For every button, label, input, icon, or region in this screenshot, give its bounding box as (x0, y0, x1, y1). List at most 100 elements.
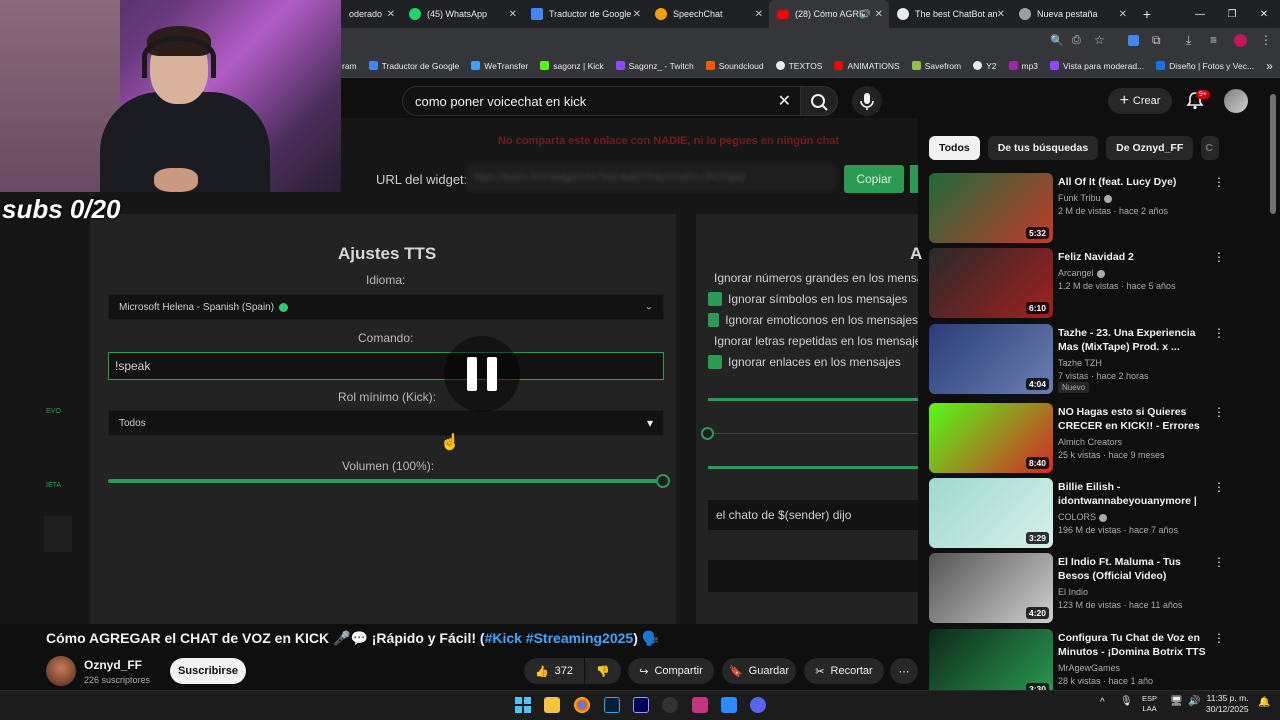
subscribe-button[interactable]: Suscribirse (170, 658, 246, 684)
page-scrollbar[interactable] (1270, 94, 1276, 690)
tab-chatbot[interactable]: The best ChatBot an ✕ (889, 0, 1011, 28)
recommended-channel-name[interactable]: Funk Tribu (1058, 193, 1112, 203)
recommended-video[interactable]: 4:20 El Indio Ft. Maluma - Tus Besos (Off… (929, 553, 1259, 623)
speaker-icon[interactable]: 🔊 (860, 9, 871, 20)
tab-moderado[interactable]: oderado ✕ (341, 0, 401, 28)
recommended-video-title[interactable]: Configura Tu Chat de Voz en Minutos - ¡D… (1058, 631, 1206, 659)
bookmark-item[interactable]: sagonz | Kick (534, 61, 609, 71)
bookmark-item[interactable]: Savefrom (906, 61, 967, 71)
close-window-icon[interactable]: ✕ (1248, 9, 1280, 20)
more-options-icon[interactable]: ⋮ (1213, 250, 1225, 264)
recommended-video-title[interactable]: All Of It (feat. Lucy Dye) (1058, 175, 1206, 189)
file-explorer-icon[interactable] (544, 697, 560, 713)
channel-avatar[interactable] (46, 656, 76, 686)
recommended-channel-name[interactable]: MrAgewGames (1058, 663, 1120, 673)
extensions-icon[interactable]: ⧉ (1152, 33, 1161, 48)
channel-name[interactable]: Oznyd_FF (84, 658, 142, 672)
bookmark-item[interactable]: Traductor de Google (363, 61, 466, 71)
premiere-icon[interactable] (633, 697, 649, 713)
close-icon[interactable]: ✕ (997, 9, 1005, 20)
minimize-icon[interactable]: — (1184, 9, 1216, 20)
menu-dots-icon[interactable]: ⋮ (1260, 33, 1272, 47)
recommended-video[interactable]: 5:32 All Of It (feat. Lucy Dye) Funk Tribu… (929, 173, 1259, 243)
download-icon[interactable]: ⤓ (1186, 33, 1191, 48)
voice-search-button[interactable] (852, 86, 882, 116)
bookmark-item[interactable]: Y2 (967, 61, 1002, 71)
instagram-icon[interactable] (692, 697, 708, 713)
tray-mic-icon[interactable]: 🎙 (1120, 696, 1133, 707)
create-button[interactable]: + Crear (1108, 88, 1172, 114)
app-icon[interactable] (721, 697, 737, 713)
recommended-video[interactable]: 3:29 Billie Eilish - idontwannabeyouanymo… (929, 478, 1259, 548)
recommended-video-title[interactable]: NO Hagas esto si Quieres CRECER en KICK!… (1058, 405, 1206, 433)
chrome-taskbar-icon[interactable] (574, 697, 590, 713)
video-thumbnail[interactable]: 4:04 (929, 324, 1053, 394)
tab-whatsapp[interactable]: (45) WhatsApp ✕ (401, 0, 523, 28)
video-thumbnail[interactable]: 8:40 (929, 403, 1053, 473)
profile-icon[interactable] (1234, 34, 1247, 47)
recommended-video[interactable]: 4:04 Tazhe - 23. Una Experiencia Mas (Mix… (929, 324, 1259, 394)
chip-more[interactable]: C (1201, 136, 1220, 160)
search-button[interactable] (800, 86, 838, 116)
bookmark-item[interactable]: mp3 (1003, 61, 1045, 71)
discord-icon[interactable] (750, 697, 766, 713)
tray-chevron-icon[interactable]: ^ (1100, 697, 1105, 708)
notification-center-icon[interactable]: 🔔 (1258, 697, 1270, 708)
video-thumbnail[interactable]: 5:32 (929, 173, 1053, 243)
input-language[interactable]: ESP LAA (1142, 694, 1157, 714)
bookmarks-overflow-icon[interactable]: » (1260, 59, 1280, 73)
more-options-icon[interactable]: ⋮ (1213, 326, 1225, 340)
zoom-icon[interactable]: 🔍 (1050, 34, 1064, 47)
close-icon[interactable]: ✕ (509, 9, 517, 20)
new-tab-button[interactable]: + (1133, 6, 1161, 22)
recommended-channel-name[interactable]: Almich Creators (1058, 437, 1122, 447)
recommended-video-title[interactable]: Billie Eilish - idontwannabeyouanymore |… (1058, 480, 1206, 508)
recommended-channel-name[interactable]: Arcangel (1058, 268, 1105, 278)
recommended-video-title[interactable]: El Indio Ft. Maluma - Tus Besos (Officia… (1058, 555, 1206, 583)
video-thumbnail[interactable]: 3:29 (929, 478, 1053, 548)
translate-extension-icon[interactable] (1128, 35, 1139, 46)
tab-speechchat[interactable]: SpeechChat ✕ (647, 0, 769, 28)
more-options-icon[interactable]: ⋮ (1213, 480, 1225, 494)
more-options-icon[interactable]: ⋮ (1213, 555, 1225, 569)
taskbar-clock[interactable]: 11:35 p. m. 30/12/2025 (1206, 693, 1249, 715)
recommended-video-title[interactable]: Feliz Navidad 2 (1058, 250, 1206, 264)
media-icon[interactable]: ≡ (1210, 33, 1217, 47)
video-thumbnail[interactable]: 6:10 (929, 248, 1053, 318)
close-icon[interactable]: ✕ (387, 9, 395, 20)
windows-start-icon[interactable] (515, 697, 531, 713)
close-icon[interactable]: ✕ (875, 9, 883, 20)
chip-from-searches[interactable]: De tus búsquedas (987, 136, 1099, 160)
network-icon[interactable]: 🖥 (1170, 696, 1183, 707)
more-options-icon[interactable]: ⋮ (1213, 631, 1225, 645)
maximize-icon[interactable]: ❐ (1216, 9, 1248, 20)
chip-from-channel[interactable]: De Oznyd_FF (1106, 136, 1194, 160)
bookmark-item[interactable]: WeTransfer (465, 61, 534, 71)
bookmark-item[interactable]: TEXTOS (770, 61, 829, 71)
dislike-button[interactable]: 👎 (585, 658, 621, 684)
bookmark-item[interactable]: Diseño | Fotos y Vec... (1150, 61, 1260, 71)
close-icon[interactable]: ✕ (755, 9, 763, 20)
more-options-icon[interactable]: ⋮ (1213, 405, 1225, 419)
more-options-icon[interactable]: ⋮ (1213, 175, 1225, 189)
clip-button[interactable]: ✂ Recortar (804, 658, 884, 684)
recommended-video[interactable]: 6:10 Feliz Navidad 2 Arcangel 1.2 M de vist… (929, 248, 1259, 318)
like-button[interactable]: 👍 372 (524, 658, 584, 684)
bookmark-item[interactable]: ANIMATIONS (828, 61, 905, 71)
recommended-channel-name[interactable]: El Indio (1058, 587, 1088, 597)
bookmark-item[interactable]: Vista para moderad... (1044, 61, 1150, 71)
more-actions-button[interactable]: ⋯ (890, 658, 918, 684)
search-input[interactable]: como poner voicechat en kick ✕ (402, 86, 806, 116)
pause-button[interactable] (444, 336, 520, 412)
obs-icon[interactable] (662, 697, 678, 713)
share-button[interactable]: ↪ Compartir (628, 658, 714, 684)
volume-icon[interactable]: 🔊 (1188, 696, 1200, 707)
video-thumbnail[interactable]: 3:30 (929, 629, 1053, 699)
close-icon[interactable]: ✕ (1119, 9, 1127, 20)
photoshop-icon[interactable] (604, 697, 620, 713)
tab-youtube-active[interactable]: (28) Cómo AGRE 🔊 ✕ (769, 0, 889, 28)
recommended-video-title[interactable]: Tazhe - 23. Una Experiencia Mas (MixTape… (1058, 326, 1206, 354)
close-icon[interactable]: ✕ (633, 9, 641, 20)
account-avatar[interactable] (1224, 89, 1248, 113)
clear-search-icon[interactable]: ✕ (778, 91, 791, 111)
